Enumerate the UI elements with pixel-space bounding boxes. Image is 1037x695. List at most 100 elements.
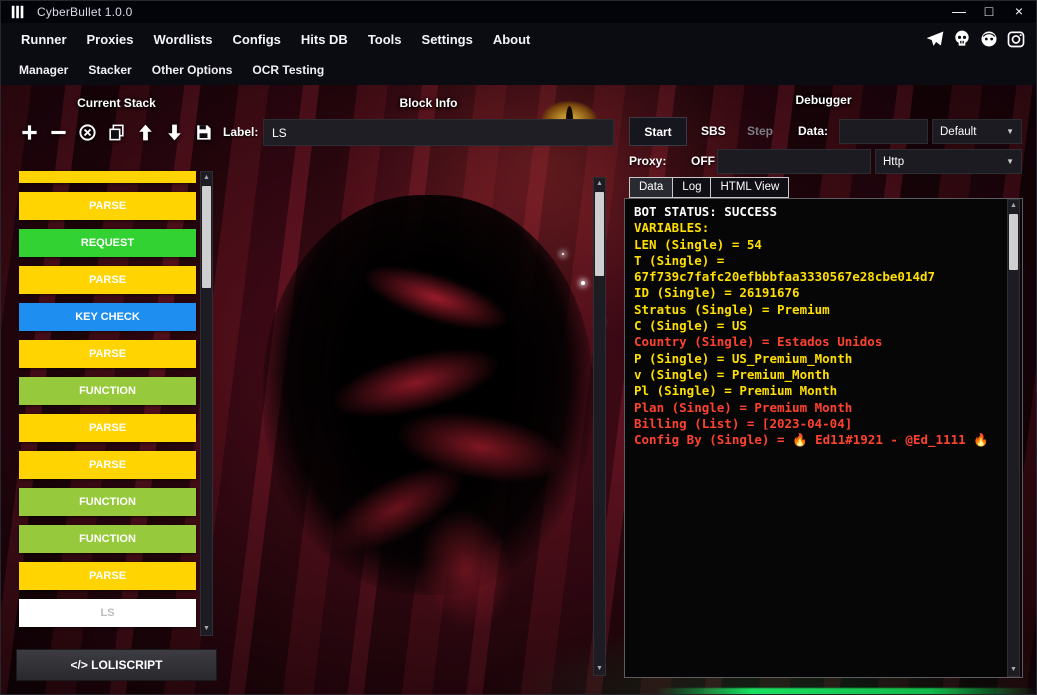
menu-item[interactable]: Configs	[222, 32, 290, 47]
mask-art	[263, 195, 593, 595]
submenu-item[interactable]: Manager	[9, 63, 78, 77]
loliscript-button[interactable]: </> LOLISCRIPT	[16, 649, 217, 681]
tab-log[interactable]: Log	[672, 177, 711, 198]
submenu-item[interactable]: OCR Testing	[242, 63, 334, 77]
stack-block[interactable]: PARSE	[19, 451, 196, 479]
block-label-input[interactable]	[263, 119, 614, 146]
stack-block[interactable]: FUNCTION	[19, 377, 196, 405]
log-line: Config By (Single) = 🔥 Ed11#1921 - @Ed_1…	[634, 432, 1013, 448]
stack-block[interactable]: REQUEST	[19, 229, 196, 257]
stack-block[interactable]: PARSE	[19, 266, 196, 294]
log-line: Pl (Single) = Premium Month	[634, 383, 1013, 399]
menu-item[interactable]: About	[483, 32, 541, 47]
scroll-up-icon[interactable]: ▲	[1008, 200, 1019, 212]
scroll-thumb[interactable]	[202, 186, 211, 288]
start-button[interactable]: Start	[629, 117, 687, 146]
window-controls: — □ ×	[944, 1, 1034, 23]
tab-html-view[interactable]: HTML View	[710, 177, 789, 198]
menubar: RunnerProxiesWordlistsConfigsHits DBTool…	[1, 23, 1037, 55]
log-line: VARIABLES:	[634, 220, 1013, 236]
wordlist-type-dropdown[interactable]: Default ▼	[932, 119, 1022, 144]
chevron-down-icon: ▼	[1006, 127, 1014, 136]
green-glow	[656, 688, 1037, 695]
move-up-icon[interactable]	[133, 119, 157, 145]
move-down-icon[interactable]	[162, 119, 186, 145]
debug-log: BOT STATUS: SUCCESSVARIABLES:LEN (Single…	[625, 199, 1022, 448]
stack-block[interactable]: PARSE	[19, 340, 196, 368]
submenu: ManagerStackerOther OptionsOCR Testing	[1, 55, 1037, 85]
current-stack-title: Current Stack	[19, 96, 214, 110]
step-button[interactable]: Step	[747, 117, 773, 146]
blockinfo-scrollbar[interactable]: ▲ ▼	[593, 177, 606, 676]
save-config-icon[interactable]	[191, 119, 215, 145]
stack-block[interactable]	[19, 171, 196, 183]
menu-items: RunnerProxiesWordlistsConfigsHits DBTool…	[1, 32, 540, 47]
log-line: Stratus (Single) = Premium	[634, 302, 1013, 318]
proxy-caption: Proxy:	[629, 148, 666, 175]
stack-block[interactable]: LS	[19, 599, 196, 627]
log-line: C (Single) = US	[634, 318, 1013, 334]
clone-block-icon[interactable]	[104, 119, 128, 145]
debugger-tabs: Data Log HTML View	[629, 177, 788, 198]
log-line: Plan (Single) = Premium Month	[634, 400, 1013, 416]
stack-block[interactable]: PARSE	[19, 414, 196, 442]
debug-scrollbar[interactable]: ▲ ▼	[1007, 199, 1020, 677]
stack-block[interactable]: FUNCTION	[19, 525, 196, 553]
menu-item[interactable]: Tools	[358, 32, 412, 47]
log-line: T (Single) =	[634, 253, 1013, 269]
scroll-up-icon[interactable]: ▲	[201, 172, 212, 184]
add-block-icon[interactable]	[17, 119, 41, 145]
scroll-down-icon[interactable]: ▼	[594, 663, 605, 675]
discord-icon[interactable]	[979, 29, 999, 49]
skull-icon[interactable]	[952, 29, 972, 49]
submenu-item[interactable]: Stacker	[78, 63, 141, 77]
menu-item[interactable]: Hits DB	[291, 32, 358, 47]
scroll-up-icon[interactable]: ▲	[594, 178, 605, 190]
label-caption: Label:	[223, 119, 258, 146]
scroll-thumb[interactable]	[1009, 214, 1018, 270]
scroll-down-icon[interactable]: ▼	[201, 623, 212, 635]
menu-item[interactable]: Wordlists	[143, 32, 222, 47]
debugger-title: Debugger	[624, 93, 1023, 107]
log-line: ID (Single) = 26191676	[634, 285, 1013, 301]
wordlist-type-value: Default	[940, 126, 976, 138]
disable-block-icon[interactable]	[75, 119, 99, 145]
stack-scrollbar[interactable]: ▲ ▼	[200, 171, 213, 636]
proxy-toggle[interactable]: OFF	[691, 148, 715, 175]
maximize-button[interactable]: □	[974, 1, 1004, 23]
block-info-title: Block Info	[241, 96, 616, 110]
camera-icon[interactable]	[1006, 29, 1026, 49]
scroll-down-icon[interactable]: ▼	[1008, 664, 1019, 676]
proxy-type-dropdown[interactable]: Http ▼	[875, 149, 1022, 174]
log-line: LEN (Single) = 54	[634, 237, 1013, 253]
titlebar: CyberBullet 1.0.0 — □ ×	[1, 1, 1037, 23]
sbs-toggle[interactable]: SBS	[701, 117, 726, 146]
log-line: Country (Single) = Estados Unidos	[634, 334, 1013, 350]
scroll-thumb[interactable]	[595, 192, 604, 276]
data-input[interactable]	[839, 119, 928, 144]
telegram-icon[interactable]	[925, 29, 945, 49]
data-caption: Data:	[798, 117, 828, 146]
remove-block-icon[interactable]	[46, 119, 70, 145]
debugger-output[interactable]: BOT STATUS: SUCCESSVARIABLES:LEN (Single…	[624, 198, 1023, 678]
tab-data[interactable]: Data	[629, 177, 673, 198]
log-line: P (Single) = US_Premium_Month	[634, 351, 1013, 367]
stack-block[interactable]: PARSE	[19, 562, 196, 590]
menu-item[interactable]: Proxies	[77, 32, 144, 47]
log-line: BOT STATUS: SUCCESS	[634, 204, 1013, 220]
menu-icons	[925, 23, 1026, 55]
submenu-item[interactable]: Other Options	[142, 63, 243, 77]
stack-block[interactable]: FUNCTION	[19, 488, 196, 516]
cyberbullet-window: CyberBullet 1.0.0 — □ × RunnerProxiesWor…	[0, 0, 1037, 695]
close-button[interactable]: ×	[1004, 1, 1034, 23]
log-line: 67f739c7fafc20efbbbfaa3330567e28cbe014d7	[634, 269, 1013, 285]
stack-block[interactable]: PARSE	[19, 192, 196, 220]
proxy-input[interactable]	[717, 149, 871, 174]
menu-item[interactable]: Settings	[412, 32, 483, 47]
menu-item[interactable]: Runner	[11, 32, 77, 47]
log-line: Billing (List) = [2023-04-04]	[634, 416, 1013, 432]
proxy-type-value: Http	[883, 156, 904, 168]
stack-block[interactable]: KEY CHECK	[19, 303, 196, 331]
minimize-button[interactable]: —	[944, 1, 974, 23]
window-title: CyberBullet 1.0.0	[37, 5, 132, 19]
